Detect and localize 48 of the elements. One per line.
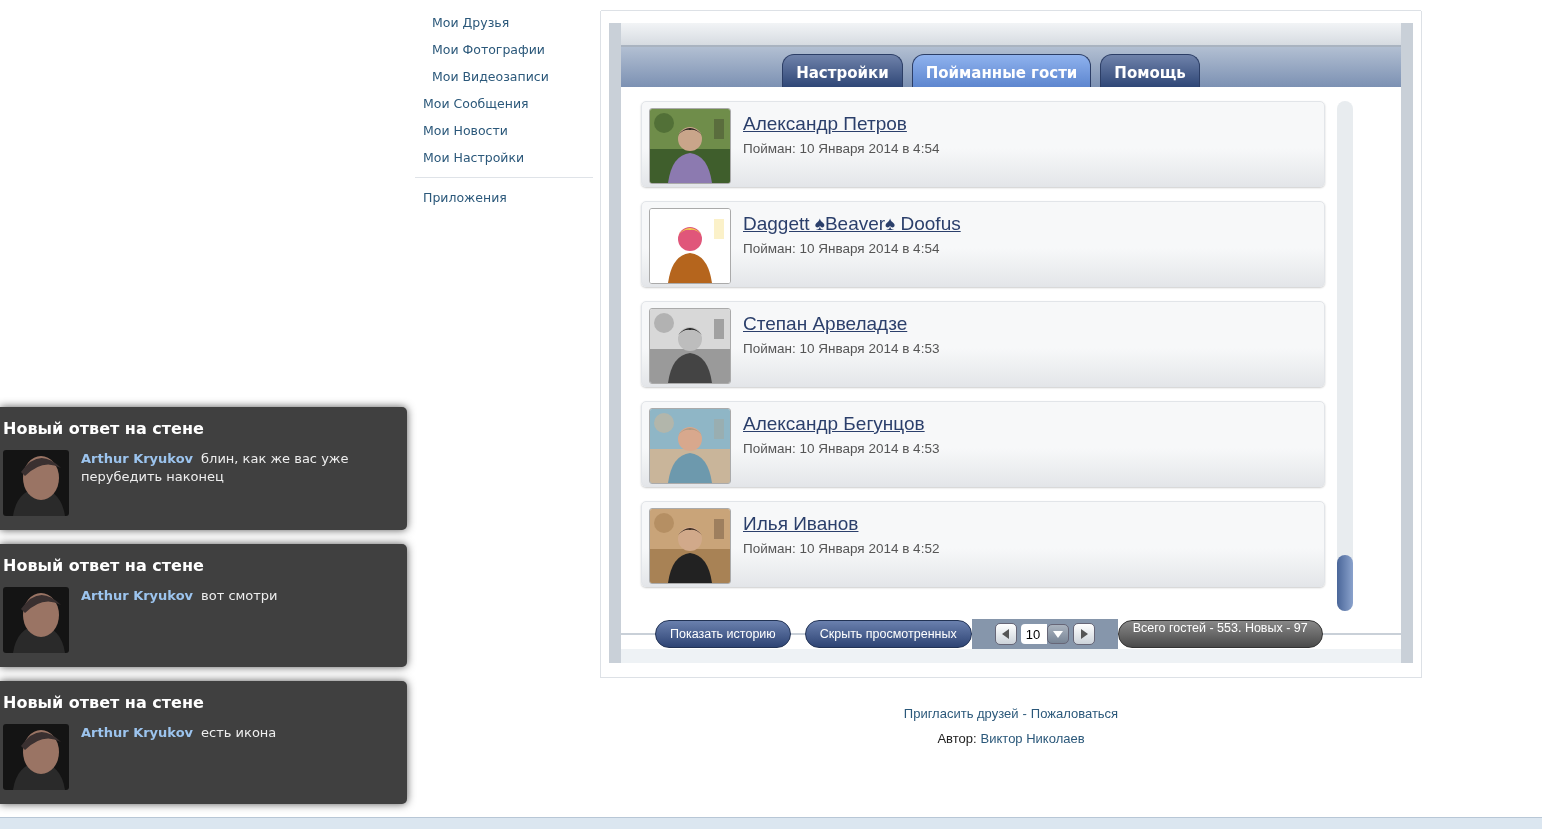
footer-link[interactable]: Пригласить друзей <box>903 706 1019 721</box>
dropdown-button[interactable] <box>1046 624 1069 644</box>
next-button[interactable] <box>1072 623 1095 645</box>
caught-time: Пойман: 10 Января 2014 в 4:53 <box>743 341 940 356</box>
action-button[interactable]: Скрыть просмотренных <box>804 620 972 648</box>
caught-time: Пойман: 10 Января 2014 в 4:52 <box>743 541 940 556</box>
sidebar-link[interactable]: Мои Видеозаписи <box>415 63 593 90</box>
caught-time: Пойман: 10 Января 2014 в 4:53 <box>743 441 940 456</box>
sidebar-link[interactable]: Мои Фотографии <box>415 36 593 63</box>
separator: - <box>1022 706 1027 721</box>
notification[interactable]: Новый ответ на стене Arthur Kryukov блин, как же вас уже перубедить наконец <box>0 407 407 530</box>
previous-button[interactable] <box>994 623 1017 645</box>
guest-name-link[interactable]: Степан Арвеладзе <box>743 313 940 335</box>
notification-title: Новый ответ на стене <box>3 693 205 712</box>
notification-title: Новый ответ на стене <box>3 419 205 438</box>
sidebar-link[interactable]: Мои Друзья <box>415 9 593 36</box>
scrollbar[interactable] <box>1337 101 1353 611</box>
caught-time: Пойман: 10 Января 2014 в 4:54 <box>743 141 940 156</box>
tab[interactable]: Настройки <box>782 54 903 87</box>
guest-name-link[interactable]: Александр Бегунцов <box>743 413 940 435</box>
guest-name-link[interactable]: Daggett ♠Beaver♠ Doofus <box>743 213 961 235</box>
sidebar-link[interactable]: Мои Сообщения <box>415 90 593 117</box>
sidebar-link[interactable]: Мои Новости <box>415 117 593 144</box>
notification[interactable]: Новый ответ на стене Arthur Kryukov вот смотри <box>0 544 407 667</box>
author-link[interactable]: Виктор Николаев <box>980 731 1085 746</box>
author-link[interactable]: Arthur Kryukov <box>81 451 194 466</box>
tab[interactable]: Помощь <box>1100 54 1200 87</box>
left-arrow-icon <box>1001 629 1010 639</box>
sidebar-link[interactable]: Приложения <box>415 184 593 211</box>
action-button[interactable]: Показать историю <box>655 620 791 648</box>
notification[interactable]: Новый ответ на стене Arthur Kryukov есть икона <box>0 681 407 804</box>
author-label: Автор: <box>937 731 977 746</box>
footer-link[interactable]: Пожаловаться <box>1030 706 1119 721</box>
notification-message: Arthur Kryukov вот смотри <box>81 587 279 605</box>
notification-message: Arthur Kryukov блин, как же вас уже перубедить наконец <box>81 450 350 486</box>
notification-message: Arthur Kryukov есть икона <box>81 724 278 742</box>
guest-total: Всего гостей - 553. Новых - 97 <box>1117 620 1323 648</box>
scroll-thumb[interactable] <box>1337 555 1353 611</box>
guest-name-link[interactable]: Александр Петров <box>743 113 940 135</box>
sidebar-link[interactable]: Мои Настройки <box>415 144 593 171</box>
caught-time: Пойман: 10 Января 2014 в 4:54 <box>743 241 941 256</box>
author-link[interactable]: Arthur Kryukov <box>81 725 194 740</box>
right-arrow-icon <box>1079 629 1088 639</box>
author-link[interactable]: Arthur Kryukov <box>81 588 194 603</box>
caret-icon <box>1052 630 1063 638</box>
page-size-field[interactable]: 10 <box>1020 624 1047 644</box>
guest-name-link[interactable]: Илья Иванов <box>743 513 940 535</box>
notification-title: Новый ответ на стене <box>3 556 205 575</box>
